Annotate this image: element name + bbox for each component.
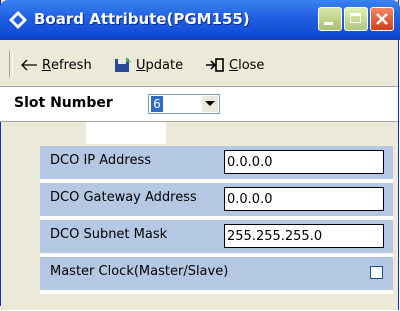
close-window-button[interactable] [370, 7, 394, 31]
dco-ip-label: DCO IP Address [50, 153, 152, 168]
master-clock-row: Master Clock(Master/Slave) [40, 257, 393, 290]
update-button[interactable]: Update [114, 54, 183, 76]
dco-subnet-label: DCO Subnet Mask [50, 227, 168, 242]
dco-gateway-row: DCO Gateway Address [40, 183, 393, 216]
dco-gateway-label: DCO Gateway Address [50, 190, 197, 205]
exit-door-icon [206, 58, 224, 72]
close-button[interactable]: Close [205, 54, 264, 76]
window-bottom-edge [0, 306, 398, 310]
title-bar[interactable]: Board Attribute(PGM155) [0, 0, 400, 40]
close-label: lose [238, 57, 265, 73]
attributes-panel: DCO IP Address DCO Gateway Address DCO S… [40, 146, 393, 294]
slot-number-label: Slot Number [14, 95, 113, 111]
master-clock-checkbox[interactable] [370, 266, 383, 279]
close-mnemonic: C [229, 57, 239, 73]
chevron-down-icon [205, 101, 215, 106]
window-title: Board Attribute(PGM155) [34, 10, 250, 28]
dco-ip-input[interactable] [224, 150, 384, 174]
refresh-label: efresh [51, 57, 92, 73]
dco-gateway-input[interactable] [224, 187, 384, 211]
refresh-mnemonic: R [42, 57, 52, 73]
update-label: pdate [145, 57, 184, 73]
close-icon [376, 13, 388, 25]
maximize-button[interactable] [344, 7, 368, 31]
slot-number-value: 6 [151, 96, 163, 112]
dco-ip-row: DCO IP Address [40, 146, 393, 179]
dropdown-button[interactable] [202, 96, 218, 112]
slot-number-select[interactable]: 6 [148, 94, 220, 114]
toolbar-grip[interactable] [9, 51, 13, 77]
minimize-button[interactable] [318, 7, 342, 31]
update-save-icon [115, 57, 131, 72]
diamond-app-icon [9, 11, 27, 29]
update-mnemonic: U [136, 57, 146, 73]
refresh-button[interactable]: Refresh [20, 54, 92, 76]
dco-subnet-input[interactable] [224, 224, 384, 248]
blank-area [86, 122, 166, 144]
dco-subnet-row: DCO Subnet Mask [40, 220, 393, 253]
back-arrow-icon [21, 59, 37, 71]
master-clock-label: Master Clock(Master/Slave) [50, 264, 229, 279]
